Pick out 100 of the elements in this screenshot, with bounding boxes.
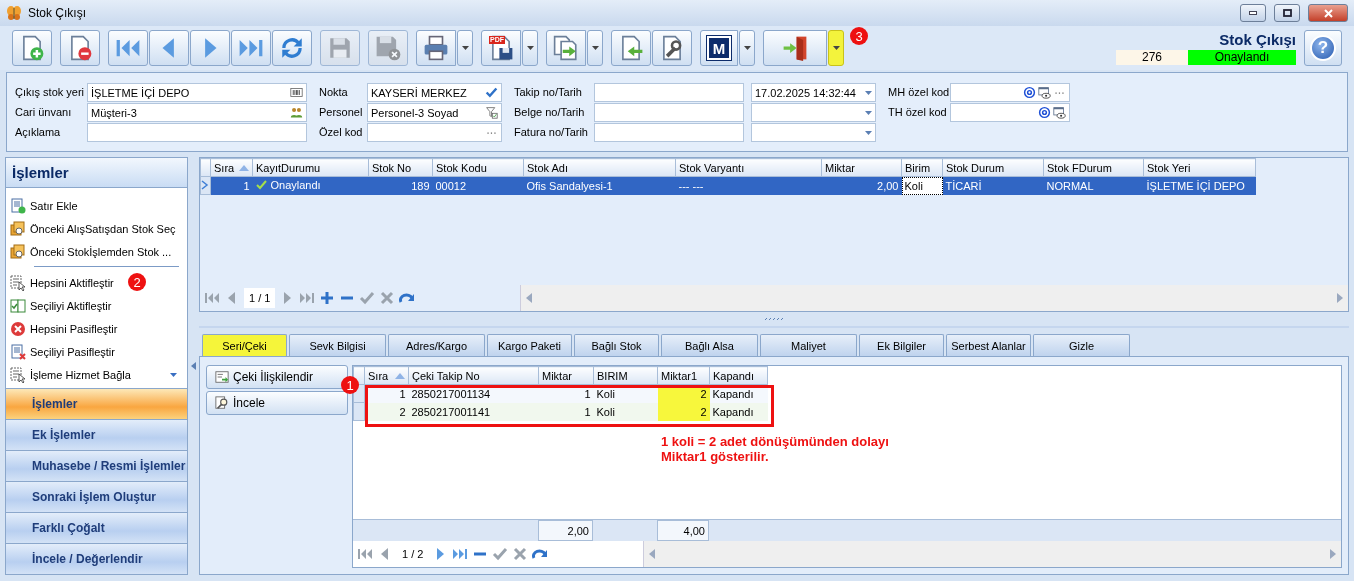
link-button[interactable]: Çeki İlişkilendir	[206, 365, 348, 389]
field-label: MH özel kod	[888, 85, 950, 100]
column-header[interactable]: Kapandı	[709, 366, 768, 385]
column-header[interactable]: BIRIM	[593, 366, 658, 385]
tab[interactable]: Bağlı Alsa	[661, 334, 758, 356]
navigation-group[interactable]: Farklı Çoğalt	[6, 512, 187, 543]
horizontal-scrollbar[interactable]	[520, 285, 1348, 311]
column-header[interactable]: Stok Yeri	[1143, 158, 1256, 177]
eye-icon	[1038, 86, 1051, 99]
input-field[interactable]	[950, 103, 1070, 122]
date-dropdown[interactable]: 17.02.2025 14:32:44	[751, 83, 876, 102]
remove-icon	[10, 320, 26, 337]
dropdown-button[interactable]	[522, 30, 538, 66]
column-header[interactable]: Miktar	[821, 158, 902, 177]
status-label: Onaylandı	[1188, 50, 1296, 65]
input-field[interactable]	[594, 103, 744, 122]
field-label: Personel	[319, 105, 364, 120]
at-sign-icon	[1038, 106, 1051, 119]
input-field[interactable]	[87, 123, 307, 142]
tab[interactable]: Gizle	[1033, 334, 1130, 356]
plus-button[interactable]	[319, 290, 336, 306]
stack-icon	[10, 243, 26, 260]
tab[interactable]: Ek Bilgiler	[859, 334, 944, 356]
collapse-icon	[191, 362, 196, 370]
tab[interactable]: Bağlı Stok	[574, 334, 659, 356]
sidebar-item[interactable]: Satır Ekle	[10, 194, 183, 217]
column-header[interactable]: Birim	[901, 158, 943, 177]
exit-door-button[interactable]	[763, 30, 827, 66]
new-document-button[interactable]	[12, 30, 52, 66]
column-header[interactable]: Sıra	[210, 158, 253, 177]
sidebar-item[interactable]: Hepsini Aktifleştir 2	[10, 271, 183, 294]
input-field[interactable]: KAYSERİ MERKEZ	[367, 83, 502, 102]
tab[interactable]: Sevk Bilgisi	[289, 334, 386, 356]
caret-icon	[743, 46, 751, 50]
navigation-group[interactable]: İncele / Değerlendir	[6, 543, 187, 574]
input-field[interactable]	[594, 83, 744, 102]
column-header[interactable]: Sıra	[364, 366, 409, 385]
column-header[interactable]: Miktar	[538, 366, 594, 385]
sidebar-item[interactable]: Seçiliyi Aktifleştir	[10, 294, 183, 317]
check-icon	[485, 86, 498, 99]
column-header[interactable]: Stok FDurum	[1043, 158, 1144, 177]
date-dropdown[interactable]	[751, 103, 876, 122]
dropdown-button[interactable]	[587, 30, 603, 66]
next-button[interactable]	[190, 30, 230, 66]
dropdown-button[interactable]	[457, 30, 473, 66]
column-header[interactable]: Stok Adı	[523, 158, 676, 177]
input-field[interactable]	[367, 123, 502, 142]
column-header[interactable]: Çeki Takip No	[408, 366, 539, 385]
last-button[interactable]	[452, 546, 469, 562]
column-header[interactable]: Stok Varyantı	[675, 158, 822, 177]
date-dropdown[interactable]	[751, 123, 876, 142]
column-header[interactable]: Miktar1	[657, 366, 710, 385]
module-button[interactable]: M	[700, 30, 738, 66]
sidebar-item[interactable]: İşleme Hizmet Bağla	[10, 363, 183, 386]
navigation-group[interactable]: Ek İşlemler	[6, 419, 187, 450]
navigation-group[interactable]: Sonraki İşlem Oluştur	[6, 481, 187, 512]
minimize-button[interactable]	[1240, 4, 1266, 22]
sidebar-item[interactable]: Hepsini Pasifleştir	[10, 317, 183, 340]
last-button[interactable]	[231, 30, 271, 66]
import-button[interactable]	[611, 30, 651, 66]
wrench-button[interactable]	[652, 30, 692, 66]
window-title: Stok Çıkışı	[28, 6, 87, 20]
first-button[interactable]	[108, 30, 148, 66]
field-label: Çıkış stok yeri	[15, 85, 86, 100]
previous-button[interactable]	[149, 30, 189, 66]
export-button[interactable]	[546, 30, 586, 66]
tab[interactable]: Maliyet	[760, 334, 857, 356]
export-icon	[553, 35, 579, 61]
delete-document-button[interactable]	[60, 30, 100, 66]
note-text: 1 koli = 2 adet dönüşümünden dolayı	[661, 434, 889, 449]
refresh-button[interactable]	[272, 30, 312, 66]
tab[interactable]: Seri/Çeki	[202, 334, 287, 356]
input-field[interactable]: Personel-3 Soyad	[367, 103, 502, 122]
horizontal-scrollbar[interactable]	[643, 541, 1341, 567]
dropdown-button[interactable]	[828, 30, 844, 66]
sidebar-item[interactable]: Seçiliyi Pasifleştir	[10, 340, 183, 363]
navigation-group[interactable]: Muhasebe / Resmi İşlemler	[6, 450, 187, 481]
sidebar-item[interactable]: Önceki Stokİşlemden Stok ...	[10, 240, 183, 263]
cursor-list-icon	[10, 366, 26, 383]
magnifier-icon	[215, 396, 229, 410]
navigation-group[interactable]: İşlemler	[6, 388, 187, 419]
column-header[interactable]: Stok No	[368, 158, 433, 177]
sidebar-item[interactable]: Önceki AlışSatışdan Stok Seç	[10, 217, 183, 240]
input-field[interactable]: İŞLETME İÇİ DEPO	[87, 83, 307, 102]
printer-button[interactable]	[416, 30, 456, 66]
tab[interactable]: Kargo Paketi	[487, 334, 572, 356]
column-header[interactable]: KayıtDurumu	[252, 158, 369, 177]
inspect-button[interactable]: İncele	[206, 391, 348, 415]
column-header[interactable]: Stok Durum	[942, 158, 1044, 177]
input-field[interactable]: Müşteri-3	[87, 103, 307, 122]
tab[interactable]: Serbest Alanlar	[946, 334, 1031, 356]
caret-icon	[865, 130, 872, 135]
input-field[interactable]	[950, 83, 1070, 102]
restore-button[interactable]	[1274, 4, 1300, 22]
close-button[interactable]	[1308, 4, 1348, 22]
column-header[interactable]: Stok Kodu	[432, 158, 524, 177]
tab[interactable]: Adres/Kargo	[388, 334, 485, 356]
check-icon	[492, 546, 509, 562]
input-field[interactable]	[594, 123, 744, 142]
dropdown-button[interactable]	[739, 30, 755, 66]
